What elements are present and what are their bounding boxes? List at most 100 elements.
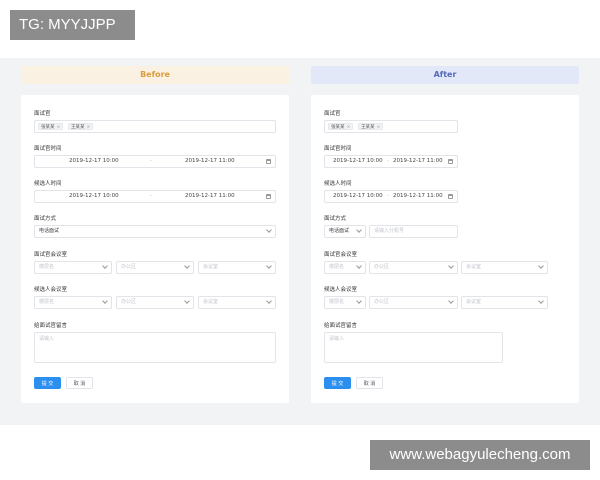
message-textarea[interactable]: 请输入 bbox=[34, 332, 276, 363]
message-label: 给面试官留言 bbox=[324, 323, 358, 329]
chevron-down-icon bbox=[266, 263, 272, 269]
placeholder: 办公区 bbox=[121, 299, 137, 305]
interview-method-value: 电话面试 bbox=[329, 228, 350, 234]
chevron-down-icon bbox=[538, 263, 544, 269]
chevron-down-icon bbox=[356, 263, 362, 269]
placeholder: 会议室 bbox=[203, 264, 219, 270]
interviewer-building-select[interactable]: 楼层名 bbox=[34, 261, 112, 274]
close-icon[interactable]: × bbox=[87, 125, 91, 130]
start-date: 2019-12-17 10:00 bbox=[333, 158, 383, 164]
after-form-card: 面试官 张某某 × 王某某 × 面试官时间 2019-12-17 10:00 - 2… bbox=[311, 95, 579, 403]
chevron-down-icon bbox=[448, 263, 454, 269]
start-date: 2019-12-17 10:00 bbox=[69, 158, 119, 164]
candidate-building-select[interactable]: 楼层名 bbox=[34, 296, 112, 309]
after-column: After 面试官 张某某 × 王某某 × 面试官时间 2019-12-17 10:… bbox=[311, 66, 579, 403]
placeholder: 会议室 bbox=[466, 264, 482, 270]
interviewer-tag: 张某某 × bbox=[38, 123, 64, 130]
calendar-icon bbox=[448, 194, 453, 199]
chevron-down-icon bbox=[266, 227, 272, 233]
cancel-button[interactable]: 取 消 bbox=[66, 377, 93, 389]
tg-label: TG: MYYJJPP bbox=[10, 10, 135, 40]
placeholder: 请输入 bbox=[39, 336, 55, 342]
interviewer-tag: 张某某 × bbox=[328, 123, 354, 130]
candidate-room-label: 候选人会议室 bbox=[324, 287, 358, 293]
placeholder: 楼层名 bbox=[39, 264, 55, 270]
interviewer-select[interactable]: 张某某 × 王某某 × bbox=[34, 120, 276, 133]
placeholder: 楼层名 bbox=[39, 299, 55, 305]
interview-method-label: 面试方式 bbox=[34, 216, 57, 222]
chevron-down-icon bbox=[356, 298, 362, 304]
interviewer-room-select[interactable]: 会议室 bbox=[198, 261, 276, 274]
candidate-time-picker[interactable]: 2019-12-17 10:00 - 2019-12-17 11:00 bbox=[34, 190, 276, 203]
placeholder: 请输入 bbox=[329, 336, 345, 342]
interviewer-tag: 王某某 × bbox=[358, 123, 384, 130]
start-date: 2019-12-17 10:00 bbox=[333, 193, 383, 199]
date-separator: - bbox=[150, 193, 152, 199]
chevron-down-icon bbox=[266, 298, 272, 304]
candidate-room-select[interactable]: 会议室 bbox=[461, 296, 548, 309]
interviewer-time-picker[interactable]: 2019-12-17 10:00 - 2019-12-17 11:00 bbox=[324, 155, 458, 168]
interviewer-time-picker[interactable]: 2019-12-17 10:00 - 2019-12-17 11:00 bbox=[34, 155, 276, 168]
placeholder: 会议室 bbox=[466, 299, 482, 305]
close-icon[interactable]: × bbox=[57, 125, 61, 130]
interviewer-room-label: 面试官会议室 bbox=[34, 252, 68, 258]
date-separator: - bbox=[387, 193, 389, 199]
candidate-room-label: 候选人会议室 bbox=[34, 287, 68, 293]
interviewer-label: 面试官 bbox=[324, 111, 341, 117]
date-separator: - bbox=[150, 158, 152, 164]
chevron-down-icon bbox=[102, 263, 108, 269]
interviewer-time-label: 面试官时间 bbox=[34, 146, 62, 152]
chevron-down-icon bbox=[356, 227, 362, 233]
candidate-office-select[interactable]: 办公区 bbox=[369, 296, 458, 309]
interview-method-select[interactable]: 电话面试 bbox=[324, 225, 366, 238]
candidate-office-select[interactable]: 办公区 bbox=[116, 296, 194, 309]
interview-method-value: 电话面试 bbox=[39, 228, 60, 234]
placeholder: 办公区 bbox=[121, 264, 137, 270]
submit-button[interactable]: 提 交 bbox=[34, 377, 61, 389]
candidate-time-label: 候选人时间 bbox=[34, 181, 62, 187]
candidate-room-select[interactable]: 会议室 bbox=[198, 296, 276, 309]
interviewer-room-select[interactable]: 会议室 bbox=[461, 261, 548, 274]
start-date: 2019-12-17 10:00 bbox=[69, 193, 119, 199]
chevron-down-icon bbox=[184, 298, 190, 304]
close-icon[interactable]: × bbox=[377, 125, 381, 130]
chevron-down-icon bbox=[102, 298, 108, 304]
end-date: 2019-12-17 11:00 bbox=[185, 158, 235, 164]
before-column: Before 面试官 张某某 × 王某某 × 面试官时间 2019-12-17 10… bbox=[21, 66, 289, 403]
interviewer-building-select[interactable]: 楼层名 bbox=[324, 261, 366, 274]
submit-button[interactable]: 提 交 bbox=[324, 377, 351, 389]
after-header: After bbox=[311, 66, 579, 84]
placeholder: 办公区 bbox=[374, 264, 390, 270]
placeholder: 会议室 bbox=[203, 299, 219, 305]
interviewer-office-select[interactable]: 办公区 bbox=[369, 261, 458, 274]
calendar-icon bbox=[448, 159, 453, 164]
interview-method-label: 面试方式 bbox=[324, 216, 347, 222]
chevron-down-icon bbox=[538, 298, 544, 304]
interviewer-office-select[interactable]: 办公区 bbox=[116, 261, 194, 274]
message-textarea[interactable]: 请输入 bbox=[324, 332, 503, 363]
interviewer-tag: 王某某 × bbox=[68, 123, 94, 130]
before-header: Before bbox=[21, 66, 289, 84]
calendar-icon bbox=[266, 159, 271, 164]
candidate-time-label: 候选人时间 bbox=[324, 181, 352, 187]
close-icon[interactable]: × bbox=[347, 125, 351, 130]
phone-extension-input[interactable]: 请输入分机号 bbox=[369, 225, 458, 238]
chevron-down-icon bbox=[184, 263, 190, 269]
message-label: 给面试官留言 bbox=[34, 323, 68, 329]
chevron-down-icon bbox=[448, 298, 454, 304]
placeholder: 楼层名 bbox=[329, 299, 345, 305]
placeholder: 办公区 bbox=[374, 299, 390, 305]
interviewer-label: 面试官 bbox=[34, 111, 51, 117]
candidate-time-picker[interactable]: 2019-12-17 10:00 - 2019-12-17 11:00 bbox=[324, 190, 458, 203]
calendar-icon bbox=[266, 194, 271, 199]
placeholder: 楼层名 bbox=[329, 264, 345, 270]
cancel-button[interactable]: 取 消 bbox=[356, 377, 383, 389]
date-separator: - bbox=[387, 158, 389, 164]
end-date: 2019-12-17 11:00 bbox=[185, 193, 235, 199]
interview-method-select[interactable]: 电话面试 bbox=[34, 225, 276, 238]
candidate-building-select[interactable]: 楼层名 bbox=[324, 296, 366, 309]
end-date: 2019-12-17 11:00 bbox=[393, 193, 443, 199]
interviewer-select[interactable]: 张某某 × 王某某 × bbox=[324, 120, 458, 133]
interviewer-time-label: 面试官时间 bbox=[324, 146, 352, 152]
before-form-card: 面试官 张某某 × 王某某 × 面试官时间 2019-12-17 10:00 - 2… bbox=[21, 95, 289, 403]
